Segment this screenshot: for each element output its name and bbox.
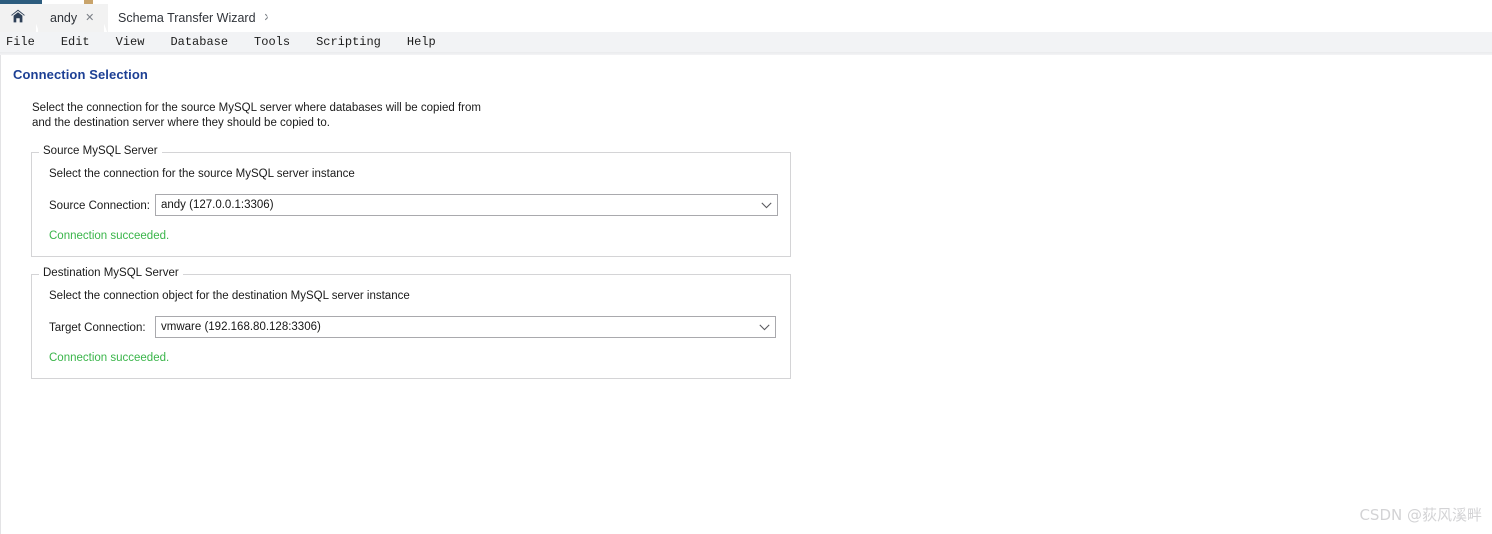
chevron-down-icon — [753, 324, 775, 331]
menu-item-file[interactable]: File — [6, 35, 35, 49]
target-connection-status: Connection succeeded. — [49, 352, 170, 364]
source-connection-label: Source Connection: — [49, 200, 151, 212]
source-group-hint: Select the connection for the source MyS… — [49, 168, 355, 180]
target-connection-label: Target Connection: — [49, 322, 146, 334]
menu-bar: File Edit View Database Tools Scripting … — [0, 32, 1492, 52]
target-connection-select[interactable]: vmware (192.168.80.128:3306) — [155, 316, 776, 338]
destination-group-legend: Destination MySQL Server — [39, 267, 183, 279]
tab-andy-label: andy — [50, 11, 78, 25]
menu-item-scripting[interactable]: Scripting — [316, 35, 381, 49]
source-connection-select[interactable]: andy (127.0.0.1:3306) — [155, 194, 778, 216]
tab-andy-close-icon[interactable]: ✕ — [85, 12, 94, 24]
tab-schema-transfer-wizard-label: Schema Transfer Wizard — [118, 11, 256, 25]
wizard-content-panel: Connection Selection Select the connecti… — [0, 55, 1492, 534]
source-group-legend: Source MySQL Server — [39, 145, 162, 157]
menu-item-edit[interactable]: Edit — [61, 35, 90, 49]
menu-item-view[interactable]: View — [116, 35, 145, 49]
tab-bar: andy ✕ Schema Transfer Wizard ✕ — [0, 4, 1492, 32]
source-connection-status: Connection succeeded. — [49, 230, 170, 242]
tab-schema-transfer-wizard[interactable]: Schema Transfer Wizard ✕ — [108, 4, 290, 32]
home-icon — [10, 9, 26, 27]
source-connection-value: andy (127.0.0.1:3306) — [161, 199, 274, 211]
destination-group-hint: Select the connection object for the des… — [49, 290, 410, 302]
target-connection-value: vmware (192.168.80.128:3306) — [161, 321, 321, 333]
page-title: Connection Selection — [13, 67, 148, 82]
menu-item-tools[interactable]: Tools — [254, 35, 290, 49]
page-description: Select the connection for the source MyS… — [32, 102, 481, 129]
chevron-down-icon — [755, 202, 777, 209]
tab-home[interactable] — [0, 4, 56, 32]
destination-mysql-server-group: Destination MySQL Server Select the conn… — [31, 267, 791, 379]
watermark: CSDN @荻风溪畔 — [1359, 506, 1482, 524]
source-mysql-server-group: Source MySQL Server Select the connectio… — [31, 145, 791, 257]
menu-item-help[interactable]: Help — [407, 35, 436, 49]
tab-andy[interactable]: andy ✕ — [38, 4, 124, 32]
menu-item-database[interactable]: Database — [170, 35, 228, 49]
